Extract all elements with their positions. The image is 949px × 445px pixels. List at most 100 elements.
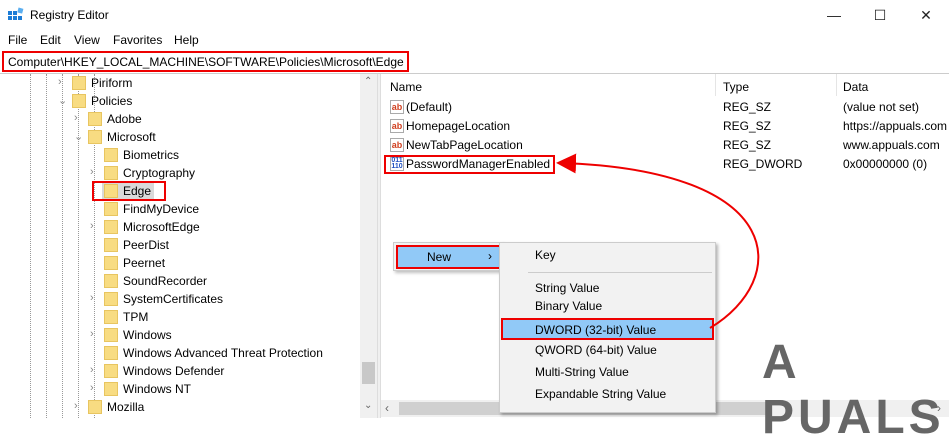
tree-item-label: Microsoft	[107, 130, 156, 144]
chevron-right-icon[interactable]: ›	[74, 112, 78, 124]
column-header-type[interactable]: Type	[723, 80, 749, 94]
menu-file[interactable]: File	[8, 33, 27, 47]
chevron-right-icon[interactable]: ›	[90, 220, 94, 232]
tree-item[interactable]: TPM	[0, 308, 360, 326]
menu-item-dword-value[interactable]: DWORD (32-bit) Value	[501, 318, 714, 340]
string-value-icon: ab	[390, 119, 404, 133]
tree-item-label: FindMyDevice	[123, 202, 200, 216]
tree-scroll-thumb[interactable]	[362, 362, 375, 384]
scroll-down-icon[interactable]: ⌄	[364, 400, 372, 411]
tree-item[interactable]: SoundRecorder	[0, 272, 360, 290]
new-submenu: Key String Value Binary Value DWORD (32-…	[499, 242, 716, 413]
chevron-right-icon[interactable]: ›	[90, 364, 94, 376]
value-row[interactable]: ab (Default) REG_SZ (value not set)	[381, 98, 949, 117]
value-type: REG_SZ	[723, 119, 772, 133]
tree-item-label: Peernet	[123, 256, 166, 270]
scroll-up-icon[interactable]: ⌃	[364, 76, 372, 87]
chevron-right-icon[interactable]: ›	[90, 382, 94, 394]
folder-icon	[104, 202, 118, 216]
tree-item[interactable]: › MicrosoftEdge	[0, 218, 360, 236]
tree-item[interactable]: FindMyDevice	[0, 200, 360, 218]
tree-item[interactable]: Windows Advanced Threat Protection	[0, 344, 360, 362]
column-divider[interactable]	[836, 74, 837, 96]
menu-view[interactable]: View	[74, 33, 100, 47]
folder-icon	[88, 130, 102, 144]
submenu-arrow-icon: ›	[488, 249, 492, 263]
menu-separator	[528, 272, 712, 273]
tree-item[interactable]: Biometrics	[0, 146, 360, 164]
tree-item[interactable]: › Windows NT	[0, 380, 360, 398]
column-divider[interactable]	[715, 74, 716, 96]
chevron-down-icon[interactable]: ⌄	[58, 94, 67, 107]
close-button[interactable]: ✕	[903, 0, 949, 30]
tree-item[interactable]: › Windows Defender	[0, 362, 360, 380]
tree-item[interactable]: › Cryptography	[0, 164, 360, 182]
value-row[interactable]: ab NewTabPageLocation REG_SZ www.appuals.co…	[381, 136, 949, 155]
registry-editor-icon	[8, 7, 24, 20]
title-bar: Registry Editor — ☐ ✕	[0, 0, 949, 30]
minimize-button[interactable]: —	[811, 0, 857, 30]
column-header-name[interactable]: Name	[390, 80, 422, 94]
tree-item[interactable]: Edge	[0, 181, 360, 201]
menu-edit[interactable]: Edit	[40, 33, 61, 47]
folder-icon	[72, 94, 86, 108]
menu-item-expandable-string-value[interactable]: Expandable String Value	[501, 384, 714, 405]
tree-item-label: Adobe	[107, 112, 142, 126]
value-type: REG_SZ	[723, 138, 772, 152]
tree-item-label: MicrosoftEdge	[123, 220, 200, 234]
chevron-down-icon[interactable]: ⌄	[74, 130, 83, 143]
menu-item-label: New	[427, 250, 452, 264]
chevron-right-icon[interactable]: ›	[74, 400, 78, 412]
folder-icon	[88, 112, 102, 126]
value-data: https://appuals.com	[843, 119, 948, 133]
context-menu: New ›	[393, 242, 503, 271]
value-type: REG_DWORD	[723, 157, 803, 171]
folder-icon	[104, 346, 118, 360]
tree-item-label: Windows NT	[123, 382, 192, 396]
chevron-right-icon[interactable]: ›	[90, 328, 94, 340]
value-name: NewTabPageLocation	[406, 138, 523, 152]
tree-item[interactable]: › Mozilla	[0, 398, 360, 416]
tree-item[interactable]: › SystemCertificates	[0, 290, 360, 308]
scroll-left-icon[interactable]: ‹	[385, 401, 389, 415]
chevron-right-icon[interactable]: ›	[90, 292, 94, 304]
menu-item-key[interactable]: Key	[501, 245, 714, 266]
chevron-right-icon[interactable]: ›	[90, 166, 94, 178]
menu-favorites[interactable]: Favorites	[113, 33, 162, 47]
chevron-right-icon[interactable]: ›	[58, 76, 62, 88]
folder-icon	[104, 256, 118, 270]
tree-item[interactable]: Peernet	[0, 254, 360, 272]
string-value-icon: ab	[390, 100, 404, 114]
folder-icon	[104, 274, 118, 288]
tree-item-label: Cryptography	[123, 166, 196, 180]
tree-item-label: Piriform	[91, 76, 133, 90]
folder-icon	[104, 148, 118, 162]
tree-item[interactable]: ⌄ Microsoft	[0, 128, 360, 146]
tree-item[interactable]: ⌄ Policies	[0, 92, 360, 110]
value-name: (Default)	[406, 100, 453, 114]
folder-icon	[104, 166, 118, 180]
menu-item-multi-string-value[interactable]: Multi-String Value	[501, 362, 714, 383]
folder-icon	[88, 400, 102, 414]
value-data: 0x00000000 (0)	[843, 157, 928, 171]
tree-item[interactable]: PeerDist	[0, 236, 360, 254]
tree-item-label: SystemCertificates	[123, 292, 224, 306]
tree-item[interactable]: › Piriform	[0, 74, 360, 92]
value-row[interactable]: ab HomepageLocation REG_SZ https://appuals.…	[381, 117, 949, 136]
folder-icon	[104, 292, 118, 306]
tree-item[interactable]: › Adobe	[0, 110, 360, 128]
value-type: REG_SZ	[723, 100, 772, 114]
menu-bar: File Edit View Favorites Help	[0, 30, 949, 50]
tree-item-label: Biometrics	[123, 148, 180, 162]
value-data: (value not set)	[843, 100, 920, 114]
menu-item-binary-value[interactable]: Binary Value	[501, 296, 714, 317]
tree-item-label: Edge	[123, 184, 152, 198]
maximize-button[interactable]: ☐	[857, 0, 903, 30]
address-bar[interactable]: Computer\HKEY_LOCAL_MACHINE\SOFTWARE\Pol…	[2, 51, 409, 72]
tree-item-label: PeerDist	[123, 238, 170, 252]
menu-item-qword-value[interactable]: QWORD (64-bit) Value	[501, 340, 714, 361]
tree-item[interactable]: › Windows	[0, 326, 360, 344]
menu-help[interactable]: Help	[174, 33, 199, 47]
column-header-data[interactable]: Data	[843, 80, 868, 94]
menu-item-new[interactable]: New ›	[396, 245, 502, 269]
